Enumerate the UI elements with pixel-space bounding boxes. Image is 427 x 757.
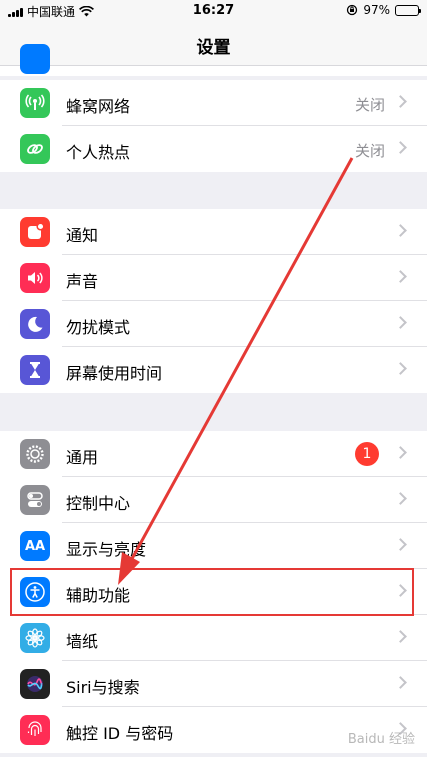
row-label: 墙纸 [66,632,99,651]
fingerprint-icon [20,715,50,745]
chevron-right-icon [394,141,407,154]
hotspot-icon [20,134,50,164]
battery-percent: 97% [363,3,390,17]
display-icon-text: AA [24,538,46,554]
bluetooth-icon [20,44,50,74]
status-bar: 中国联通 16:27 97% [0,0,427,22]
chevron-right-icon [394,224,407,237]
row-screen-time[interactable]: 屏幕使用时间 [0,347,427,393]
settings-group-general: 通用 1 控制中心 AA 显示与亮度 辅助功能 墙纸 Siri与搜索 触控 ID… [0,431,427,753]
row-label: 蜂窝网络 [66,97,131,116]
row-label: 辅助功能 [66,586,131,605]
partial-row [0,44,427,76]
row-value: 关闭 [354,142,385,160]
settings-group-network: 蜂窝网络 关闭 个人热点 关闭 [0,80,427,172]
gear-icon [20,439,50,469]
row-label: 声音 [66,272,99,291]
chevron-right-icon [394,584,407,597]
row-sounds[interactable]: 声音 [0,255,427,301]
row-cellular[interactable]: 蜂窝网络 关闭 [0,80,427,126]
notification-badge: 1 [355,442,379,466]
row-label: 勿扰模式 [66,318,131,337]
chevron-right-icon [394,676,407,689]
row-control-center[interactable]: 控制中心 [0,477,427,523]
chevron-right-icon [394,538,407,551]
rotation-lock-icon [347,4,358,16]
row-label: 触控 ID 与密码 [66,724,174,743]
accessibility-icon [20,577,50,607]
chevron-right-icon [394,492,407,505]
notifications-icon [20,217,50,247]
flower-icon [20,623,50,653]
status-right: 97% [346,3,421,17]
display-icon: AA [20,531,50,561]
row-siri-search[interactable]: Siri与搜索 [0,661,427,707]
row-hotspot[interactable]: 个人热点 关闭 [0,126,427,172]
chevron-right-icon [394,630,407,643]
row-value: 关闭 [354,96,385,114]
chevron-right-icon [394,270,407,283]
cellular-icon [20,88,50,118]
speaker-icon [20,263,50,293]
settings-group-notifications: 通知 声音 勿扰模式 屏幕使用时间 [0,209,427,393]
hourglass-icon [20,355,50,385]
row-do-not-disturb[interactable]: 勿扰模式 [0,301,427,347]
row-general[interactable]: 通用 1 [0,431,427,477]
row-label: 个人热点 [66,143,131,162]
chevron-right-icon [394,362,407,375]
moon-icon [20,309,50,339]
siri-icon [20,669,50,699]
row-label: Siri与搜索 [66,678,140,697]
nav-bar: 设置 [0,22,427,66]
row-label: 显示与亮度 [66,540,147,559]
battery-icon [395,4,421,16]
row-display-brightness[interactable]: AA 显示与亮度 [0,523,427,569]
row-label: 控制中心 [66,494,131,513]
row-wallpaper[interactable]: 墙纸 [0,615,427,661]
chevron-right-icon [394,316,407,329]
toggle-icon [20,485,50,515]
page-title: 设置 [196,38,231,58]
row-label: 通用 [66,448,99,467]
row-label: 通知 [66,226,99,245]
row-notifications[interactable]: 通知 [0,209,427,255]
row-accessibility[interactable]: 辅助功能 [0,569,427,615]
row-label: 屏幕使用时间 [66,364,163,383]
watermark: Baidu 经验 [347,732,415,747]
chevron-right-icon [394,446,407,459]
chevron-right-icon [394,95,407,108]
